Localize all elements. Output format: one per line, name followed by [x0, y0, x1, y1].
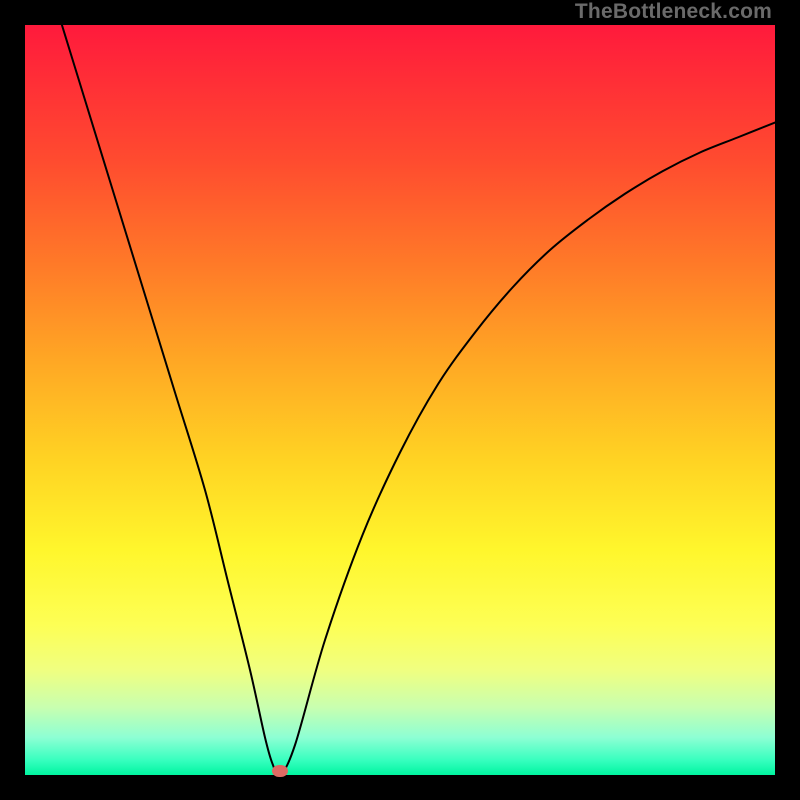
optimum-marker [272, 765, 288, 777]
bottleneck-curve [55, 25, 775, 775]
curve-svg [25, 25, 775, 775]
plot-area [25, 25, 775, 775]
chart-frame: TheBottleneck.com [0, 0, 800, 800]
watermark-text: TheBottleneck.com [575, 0, 772, 24]
